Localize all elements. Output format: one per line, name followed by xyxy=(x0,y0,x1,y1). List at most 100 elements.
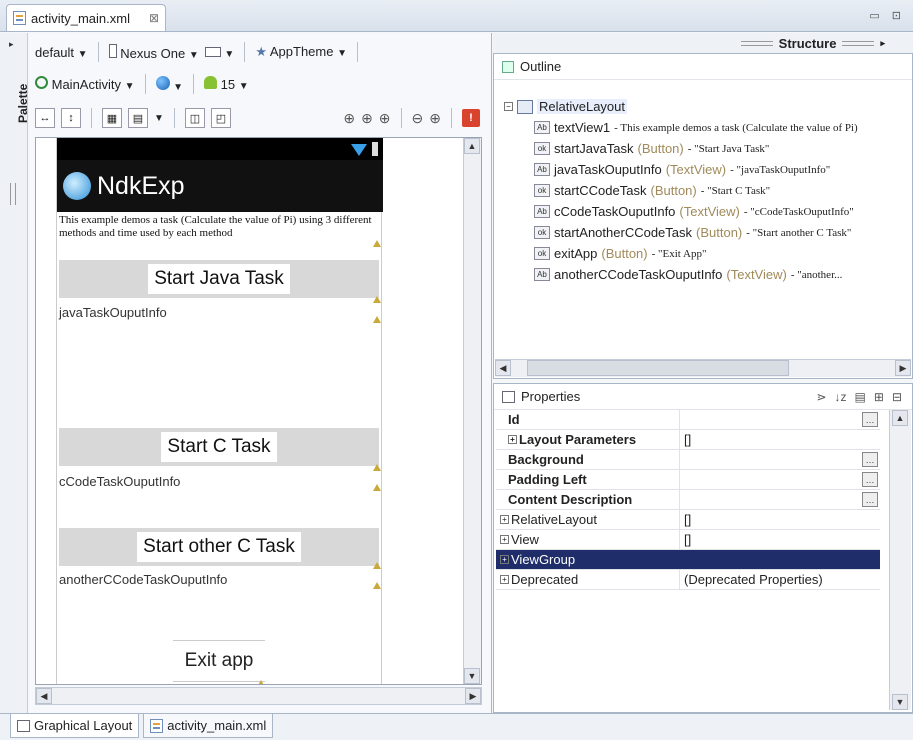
error-indicator-icon[interactable]: ! xyxy=(462,109,480,127)
theme-dropdown[interactable]: ★ AppTheme ▼ xyxy=(255,44,347,60)
start-c-task-button[interactable]: Start C Task xyxy=(59,428,379,466)
zoom-fit-icon[interactable]: ⊕ xyxy=(361,110,373,127)
zoom-reset-icon[interactable]: ⊕ xyxy=(379,110,391,127)
property-value-cell[interactable]: [] xyxy=(680,430,880,449)
scroll-down-icon[interactable]: ▼ xyxy=(464,668,480,684)
c-code-task-output-textview[interactable]: cCodeTaskOuputInfo xyxy=(59,474,180,489)
property-row[interactable]: + Layout Parameters [] xyxy=(496,430,880,450)
minimize-icon[interactable]: ▭ xyxy=(869,9,879,22)
drag-grip-icon[interactable] xyxy=(740,40,773,46)
drag-handle-icon[interactable] xyxy=(10,183,16,205)
show-advanced-icon[interactable]: ⋗ xyxy=(816,390,826,404)
device-preview[interactable]: NdkExp This example demos a task (Calcul… xyxy=(56,138,383,684)
sort-alpha-icon[interactable]: ↓z xyxy=(835,390,847,404)
property-row[interactable]: Background… xyxy=(496,450,880,470)
property-value-cell[interactable]: … xyxy=(680,490,880,509)
expand-property-icon[interactable]: + xyxy=(500,515,509,524)
fill-height-icon[interactable]: ↕ xyxy=(61,108,81,128)
api-level-dropdown[interactable]: 15 ▼ xyxy=(204,76,249,92)
exit-app-button[interactable]: Exit app xyxy=(173,640,265,682)
tree-item[interactable]: Ab javaTaskOuputInfo (TextView) - "javaTask… xyxy=(504,159,858,180)
filter-icon[interactable]: ▤ xyxy=(855,390,866,404)
editor-tab-activity-main[interactable]: activity_main.xml ⊠ xyxy=(6,4,166,31)
tree-item[interactable]: ok startAnotherCCodeTask (Button) - "Start … xyxy=(504,222,858,243)
tree-item[interactable]: ok exitApp (Button) - "Exit App" xyxy=(504,243,858,264)
zoom-in-icon[interactable]: ⊕ xyxy=(429,110,441,127)
collapse-all-icon[interactable]: ⊟ xyxy=(892,390,902,404)
property-value-cell[interactable]: [] xyxy=(680,510,880,529)
scroll-right-icon[interactable]: ▶ xyxy=(895,360,911,376)
collapse-icon[interactable]: − xyxy=(504,102,513,111)
zoom-real-size-icon[interactable]: ⊕ xyxy=(343,110,355,127)
expand-all-icon[interactable]: ⊞ xyxy=(874,390,884,404)
layout-canvas[interactable]: NdkExp This example demos a task (Calcul… xyxy=(35,137,482,685)
drag-grip-icon[interactable] xyxy=(842,40,875,46)
scroll-left-icon[interactable]: ◀ xyxy=(36,688,52,704)
zoom-out-icon[interactable]: ⊖ xyxy=(412,110,424,127)
palette-panel[interactable]: ▸ Palette xyxy=(0,33,30,713)
property-row[interactable]: + ViewGroup xyxy=(496,550,880,570)
maximize-icon[interactable]: ⊡ xyxy=(892,9,901,22)
tree-item[interactable]: Ab anotherCCodeTaskOuputInfo (TextView) - "… xyxy=(504,264,858,285)
property-row[interactable]: + View [] xyxy=(496,530,880,550)
edit-property-button[interactable]: … xyxy=(862,472,878,487)
edit-property-button[interactable]: … xyxy=(862,412,878,427)
activity-dropdown[interactable]: MainActivity ▼ xyxy=(35,76,135,92)
expand-property-icon[interactable]: + xyxy=(500,575,509,584)
properties-vertical-scrollbar[interactable]: ▲ ▼ xyxy=(889,410,911,710)
canvas-horizontal-scrollbar[interactable]: ◀ ▶ xyxy=(35,687,482,705)
tree-item-text: - "javaTaskOuputInfo" xyxy=(730,163,831,176)
tree-item[interactable]: Ab cCodeTaskOuputInfo (TextView) - "cCodeTa… xyxy=(504,201,858,222)
property-value-cell[interactable]: … xyxy=(680,470,880,489)
property-value-cell[interactable]: [] xyxy=(680,530,880,549)
fill-width-icon[interactable]: ↔ xyxy=(35,108,55,128)
property-value-cell[interactable]: … xyxy=(680,450,880,469)
device-dropdown[interactable]: Nexus One ▼ xyxy=(108,43,199,61)
palette-label[interactable]: Palette xyxy=(16,84,30,123)
tree-item[interactable]: ok startCCodeTask (Button) - "Start C Task" xyxy=(504,180,858,201)
show-bounds-icon[interactable]: ◫ xyxy=(184,108,205,128)
tab-xml-source[interactable]: activity_main.xml xyxy=(143,714,274,738)
margins-icon[interactable]: ▦ xyxy=(102,108,122,128)
orientation-dropdown[interactable]: ▼ xyxy=(204,45,234,60)
property-row[interactable]: + RelativeLayout [] xyxy=(496,510,880,530)
scroll-up-icon[interactable]: ▲ xyxy=(892,410,908,426)
description-textview[interactable]: This example demos a task (Calculate the… xyxy=(59,214,375,240)
config-dropdown[interactable]: default ▼ xyxy=(35,45,88,60)
property-value-cell[interactable] xyxy=(680,550,880,569)
tab-graphical-layout[interactable]: Graphical Layout xyxy=(10,714,140,738)
edit-property-button[interactable]: … xyxy=(862,492,878,507)
scroll-up-icon[interactable]: ▲ xyxy=(464,138,480,154)
property-row[interactable]: Padding Left… xyxy=(496,470,880,490)
edit-property-button[interactable]: … xyxy=(862,452,878,467)
start-java-task-button[interactable]: Start Java Task xyxy=(59,260,379,298)
close-tab-icon[interactable]: ⊠ xyxy=(149,11,159,25)
property-row[interactable]: Content Description… xyxy=(496,490,880,510)
expand-property-icon[interactable]: + xyxy=(508,435,517,444)
canvas-vertical-scrollbar[interactable]: ▲ ▼ xyxy=(463,138,481,684)
expand-property-icon[interactable]: + xyxy=(500,535,509,544)
java-task-output-textview[interactable]: javaTaskOuputInfo xyxy=(59,305,167,320)
another-c-code-task-output-textview[interactable]: anotherCCodeTaskOuputInfo xyxy=(59,572,227,587)
layout-options-icon[interactable]: ▤ xyxy=(128,108,148,128)
locale-dropdown[interactable]: ▼ xyxy=(155,75,183,93)
tree-item[interactable]: ok startJavaTask (Button) - "Start Java Tas… xyxy=(504,138,858,159)
property-row[interactable]: + Deprecated (Deprecated Properties) xyxy=(496,570,880,590)
show-grid-icon[interactable]: ◰ xyxy=(210,108,231,128)
scroll-down-icon[interactable]: ▼ xyxy=(892,694,908,710)
activity-toolbar-row: MainActivity ▼ ▼ 15 ▼ xyxy=(29,69,492,99)
outline-horizontal-scrollbar[interactable]: ◀ ▶ xyxy=(495,359,911,377)
property-row[interactable]: Id… xyxy=(496,410,880,430)
start-other-c-task-button[interactable]: Start other C Task xyxy=(59,528,379,566)
tree-item-relativelayout[interactable]: − RelativeLayout xyxy=(504,96,858,117)
expand-palette-icon[interactable]: ▸ xyxy=(9,39,14,50)
scroll-right-icon[interactable]: ▶ xyxy=(465,688,481,704)
property-value-cell[interactable]: (Deprecated Properties) xyxy=(680,570,880,589)
scroll-thumb[interactable] xyxy=(527,360,789,376)
tree-item[interactable]: Ab textView1- This example demos a task (… xyxy=(504,117,858,138)
scroll-left-icon[interactable]: ◀ xyxy=(495,360,511,376)
expand-structure-icon[interactable]: ▸ xyxy=(880,38,885,49)
expand-property-icon[interactable]: + xyxy=(500,555,509,564)
property-value-cell[interactable]: … xyxy=(680,410,880,429)
layout-options-dropdown-icon[interactable]: ▼ xyxy=(154,113,164,124)
